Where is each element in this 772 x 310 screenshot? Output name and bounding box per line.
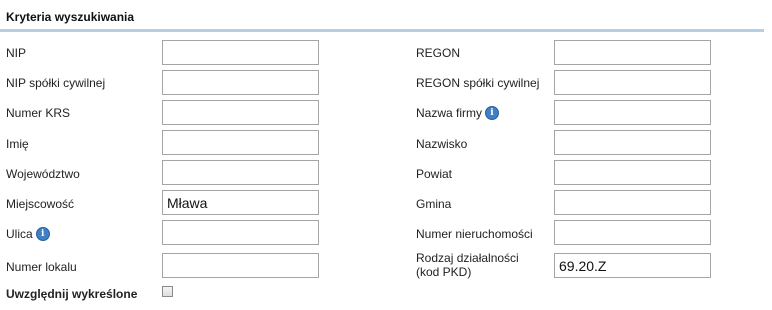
regon-input[interactable] [554, 40, 711, 65]
include-deleted-label: Uwzględnij wykreślone [6, 287, 138, 301]
imie-input[interactable] [162, 130, 319, 155]
wojewodztwo-label: Województwo [6, 166, 80, 181]
nazwisko-label: Nazwisko [416, 136, 468, 151]
nip-spolki-label: NIP spółki cywilnej [6, 75, 106, 90]
numer-krs-label: Numer KRS [6, 105, 71, 120]
wojewodztwo-input[interactable] [162, 160, 319, 185]
miejscowosc-input[interactable] [162, 190, 319, 215]
numer-lokalu-label: Numer lokalu [6, 259, 77, 274]
gmina-input[interactable] [554, 190, 711, 215]
info-icon[interactable]: i [35, 226, 50, 241]
ulica-label: Ulica i [6, 226, 50, 241]
powiat-input[interactable] [554, 160, 711, 185]
nip-input[interactable] [162, 40, 319, 65]
ulica-input[interactable] [162, 220, 319, 245]
numer-nieruchomosci-label: Numer nieruchomości [416, 226, 533, 241]
section-divider [0, 29, 764, 32]
gmina-label: Gmina [416, 196, 452, 211]
section-title: Kryteria wyszukiwania [6, 10, 135, 24]
rodzaj-dzialalnosci-label-line1: Rodzaj działalności [416, 251, 519, 265]
imie-label: Imię [6, 136, 29, 151]
nip-label: NIP [6, 45, 27, 60]
nazwa-firmy-input[interactable] [554, 100, 711, 125]
info-icon[interactable]: i [485, 105, 500, 120]
rodzaj-dzialalnosci-label-line2: (kod PKD) [416, 265, 472, 279]
regon-spolki-label: REGON spółki cywilnej [416, 75, 540, 90]
rodzaj-dzialalnosci-label: Rodzaj działalności (kod PKD) [416, 251, 519, 279]
numer-krs-input[interactable] [162, 100, 319, 125]
kod-pkd-input[interactable] [554, 253, 711, 278]
numer-nieruchomosci-input[interactable] [554, 220, 711, 245]
powiat-label: Powiat [416, 166, 453, 181]
nazwisko-input[interactable] [554, 130, 711, 155]
miejscowosc-label: Miejscowość [6, 196, 75, 211]
regon-label: REGON [416, 45, 461, 60]
include-deleted-checkbox[interactable] [162, 286, 173, 297]
regon-spolki-input[interactable] [554, 70, 711, 95]
nazwa-firmy-label: Nazwa firmy i [416, 105, 500, 120]
numer-lokalu-input[interactable] [162, 253, 319, 278]
nip-spolki-input[interactable] [162, 70, 319, 95]
